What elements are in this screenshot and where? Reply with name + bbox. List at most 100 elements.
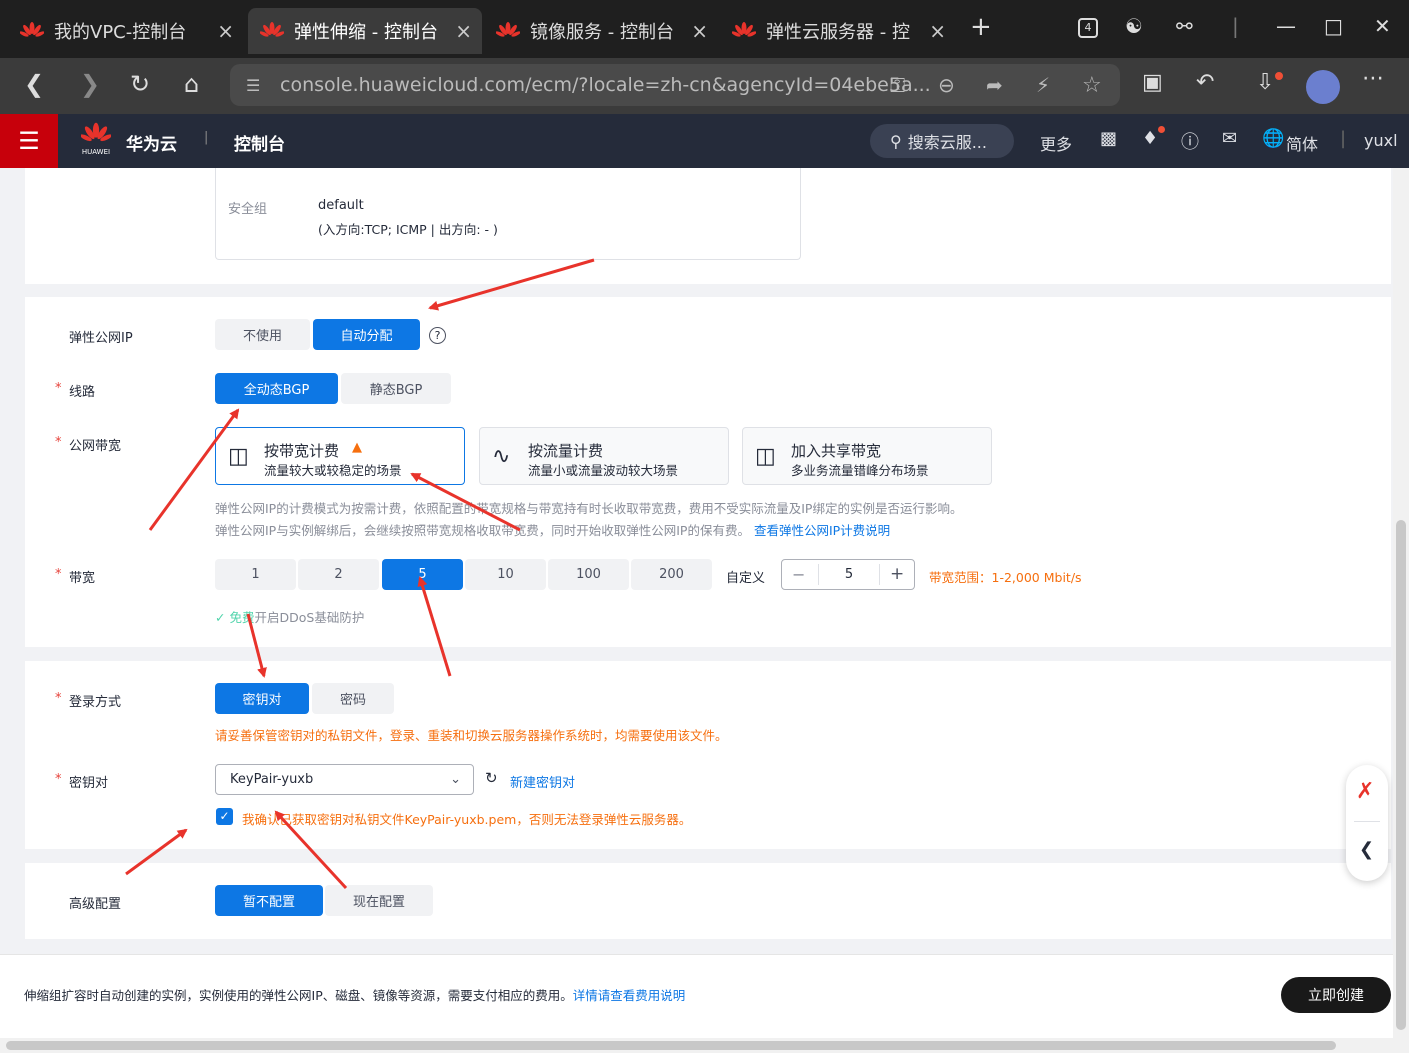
bandwidth-option-200[interactable]: 200 — [631, 559, 712, 590]
security-group-rules: (入方向:TCP; ICMP | 出方向: - ) — [318, 222, 498, 237]
bandwidth-option-100[interactable]: 100 — [548, 559, 629, 590]
browser-tab-ims[interactable]: 镜像服务 - 控制台 × — [484, 8, 718, 54]
key-icon[interactable]: ⚿ — [890, 73, 905, 97]
download-icon[interactable]: ⇩ — [1256, 70, 1274, 95]
line-option-bgp[interactable]: 全动态BGP — [215, 373, 338, 404]
chevron-left-icon[interactable]: ❮ — [1359, 839, 1374, 860]
help-icon[interactable]: ⓘ — [1181, 128, 1199, 154]
reload-icon[interactable]: ↻ — [130, 70, 150, 98]
undo-icon[interactable]: ↶ — [1196, 70, 1214, 95]
vertical-scroll-thumb[interactable] — [1396, 520, 1406, 1030]
assistant-icon[interactable]: ✗ — [1356, 779, 1374, 804]
huawei-favicon-icon — [19, 22, 45, 40]
bandwidth-option-2[interactable]: 2 — [298, 559, 379, 590]
zoom-out-icon[interactable]: ⊖ — [938, 73, 955, 97]
card-desc: 多业务流量错峰分布场景 — [791, 463, 929, 478]
card-title: 加入共享带宽 — [791, 442, 882, 460]
horizontal-scroll-thumb[interactable] — [6, 1041, 1336, 1050]
lightning-icon[interactable]: ⚡ — [1036, 73, 1050, 97]
home-icon[interactable]: ⌂ — [184, 70, 199, 98]
forward-icon[interactable]: ❯ — [80, 70, 100, 98]
browser-tab-autoscaling[interactable]: 弹性伸缩 - 控制台 × — [248, 8, 482, 54]
logo-text: HUAWEI — [81, 148, 111, 156]
more-menu-icon[interactable]: ⋯ — [1362, 66, 1384, 91]
back-icon[interactable]: ❮ — [24, 70, 44, 98]
bandwidth-card-shared[interactable]: ◫ 加入共享带宽 多业务流量错峰分布场景 — [742, 427, 992, 485]
eip-billing-link[interactable]: 查看弹性公网IP计费说明 — [754, 523, 890, 538]
close-icon[interactable]: × — [455, 19, 472, 43]
advanced-card: 高级配置 暂不配置 现在配置 — [25, 863, 1391, 939]
huawei-logo[interactable]: HUAWEI — [78, 122, 114, 162]
minus-button[interactable]: − — [792, 565, 805, 584]
search-input[interactable]: ⚲ 搜索云服... — [870, 124, 1014, 158]
favorite-star-icon[interactable]: ☆ — [1082, 73, 1102, 98]
close-icon[interactable]: × — [929, 19, 946, 43]
divider: | — [204, 130, 209, 145]
fee-detail-link[interactable]: 详情请查看费用说明 — [573, 988, 686, 1003]
console-header: ☰ HUAWEI 华为云 | 控制台 ⚲ 搜索云服... 更多 ▩ ♦ ⓘ ✉ … — [0, 114, 1409, 168]
bandwidth-card-by-bandwidth[interactable]: ◫ 按带宽计费 ▲ 流量较大或较稳定的场景 — [215, 427, 465, 485]
console-link[interactable]: 控制台 — [234, 130, 285, 155]
bandwidth-card-by-traffic[interactable]: ∿ 按流量计费 流量小或流量波动较大场景 — [479, 427, 729, 485]
incognito-icon[interactable]: ☯ — [1125, 14, 1143, 38]
tab-count-icon[interactable]: 4 — [1078, 18, 1098, 38]
globe-icon[interactable]: 🌐 — [1262, 128, 1284, 149]
share-icon[interactable]: ➦ — [986, 73, 1003, 97]
confirm-checkbox[interactable]: ✓ — [216, 808, 233, 825]
thumbs-up-icon: ▲ — [352, 440, 362, 455]
search-icon: ⚲ — [890, 131, 902, 151]
extension-puzzle-icon[interactable]: ⚯ — [1176, 14, 1193, 38]
bandwidth-option-10[interactable]: 10 — [465, 559, 546, 590]
bandwidth-option-1[interactable]: 1 — [215, 559, 296, 590]
footer-note: 伸缩组扩容时自动创建的实例，实例使用的弹性公网IP、磁盘、镜像等资源，需要支付相… — [24, 988, 686, 1003]
url-text: console.huaweicloud.com/ecm/?locale=zh-c… — [280, 74, 931, 96]
minimize-icon[interactable]: — — [1276, 14, 1296, 38]
window-close-icon[interactable]: ✕ — [1374, 14, 1391, 38]
browser-tab-ecs[interactable]: 弹性云服务器 - 控 × — [720, 8, 956, 54]
maximize-icon[interactable]: □ — [1324, 14, 1343, 38]
plus-button[interactable]: + — [890, 564, 904, 584]
close-icon[interactable]: × — [217, 19, 234, 43]
language-switch[interactable]: 简体 — [1286, 131, 1318, 155]
bandwidth-option-5[interactable]: 5 — [382, 559, 463, 590]
footer-bar: 伸缩组扩容时自动创建的实例，实例使用的弹性公网IP、磁盘、镜像等资源，需要支付相… — [0, 954, 1409, 1038]
new-keypair-link[interactable]: 新建密钥对 — [510, 772, 575, 791]
close-icon[interactable]: × — [691, 19, 708, 43]
eip-option-none[interactable]: 不使用 — [215, 319, 310, 350]
keypair-select[interactable]: KeyPair-yuxb ⌄ — [215, 764, 474, 795]
hamburger-menu-icon[interactable]: ☰ — [0, 114, 58, 168]
eip-option-auto[interactable]: 自动分配 — [313, 319, 420, 350]
router-icon: ◫ — [228, 444, 249, 469]
user-name[interactable]: yuxl — [1364, 131, 1398, 150]
new-tab-button[interactable]: + — [970, 12, 992, 42]
keypair-value: KeyPair-yuxb — [230, 772, 314, 787]
line-option-static-bgp[interactable]: 静态BGP — [341, 373, 451, 404]
brand-name[interactable]: 华为云 — [126, 130, 177, 155]
site-info-icon[interactable]: ☰ — [246, 76, 260, 95]
bandwidth-input[interactable]: 5 — [818, 564, 880, 585]
feedback-icon[interactable]: ✉ — [1222, 128, 1237, 149]
browser-tab-vpc[interactable]: 我的VPC-控制台 × — [8, 8, 244, 54]
refresh-icon[interactable]: ↻ — [485, 769, 498, 787]
notification-dot — [1158, 126, 1165, 133]
bell-icon[interactable]: ♦ — [1142, 128, 1158, 149]
advanced-option-skip[interactable]: 暂不配置 — [215, 885, 323, 916]
chart-line-icon: ∿ — [492, 444, 511, 469]
login-option-password[interactable]: 密码 — [312, 683, 394, 714]
profile-avatar[interactable] — [1306, 70, 1340, 104]
main-content: 安全组 default (入方向:TCP; ICMP | 出方向: - ) 弹性… — [0, 168, 1409, 954]
more-link[interactable]: 更多 — [1040, 131, 1072, 155]
billing-note-2: 弹性公网IP与实例解绑后，会继续按照带宽规格收取带宽费，同时开始收取弹性公网IP… — [215, 523, 891, 538]
url-input[interactable]: ☰ console.huaweicloud.com/ecm/?locale=zh… — [230, 64, 1120, 106]
bandwidth-stepper: − 5 + — [781, 559, 915, 590]
create-now-button[interactable]: 立即创建 — [1281, 977, 1391, 1013]
login-option-keypair[interactable]: 密钥对 — [215, 683, 309, 714]
help-icon[interactable]: ? — [429, 327, 446, 344]
browser-tab-bar: 我的VPC-控制台 × 弹性伸缩 - 控制台 × 镜像服务 - 控制台 × 弹性… — [0, 0, 1409, 58]
extensions-icon[interactable]: ▣ — [1142, 70, 1163, 95]
custom-label: 自定义 — [726, 571, 766, 586]
security-group-label: 安全组 — [228, 202, 268, 217]
bandwidth-label: * 带宽 — [55, 567, 96, 586]
advanced-option-now[interactable]: 现在配置 — [325, 885, 433, 916]
terminal-icon[interactable]: ▩ — [1100, 128, 1117, 149]
